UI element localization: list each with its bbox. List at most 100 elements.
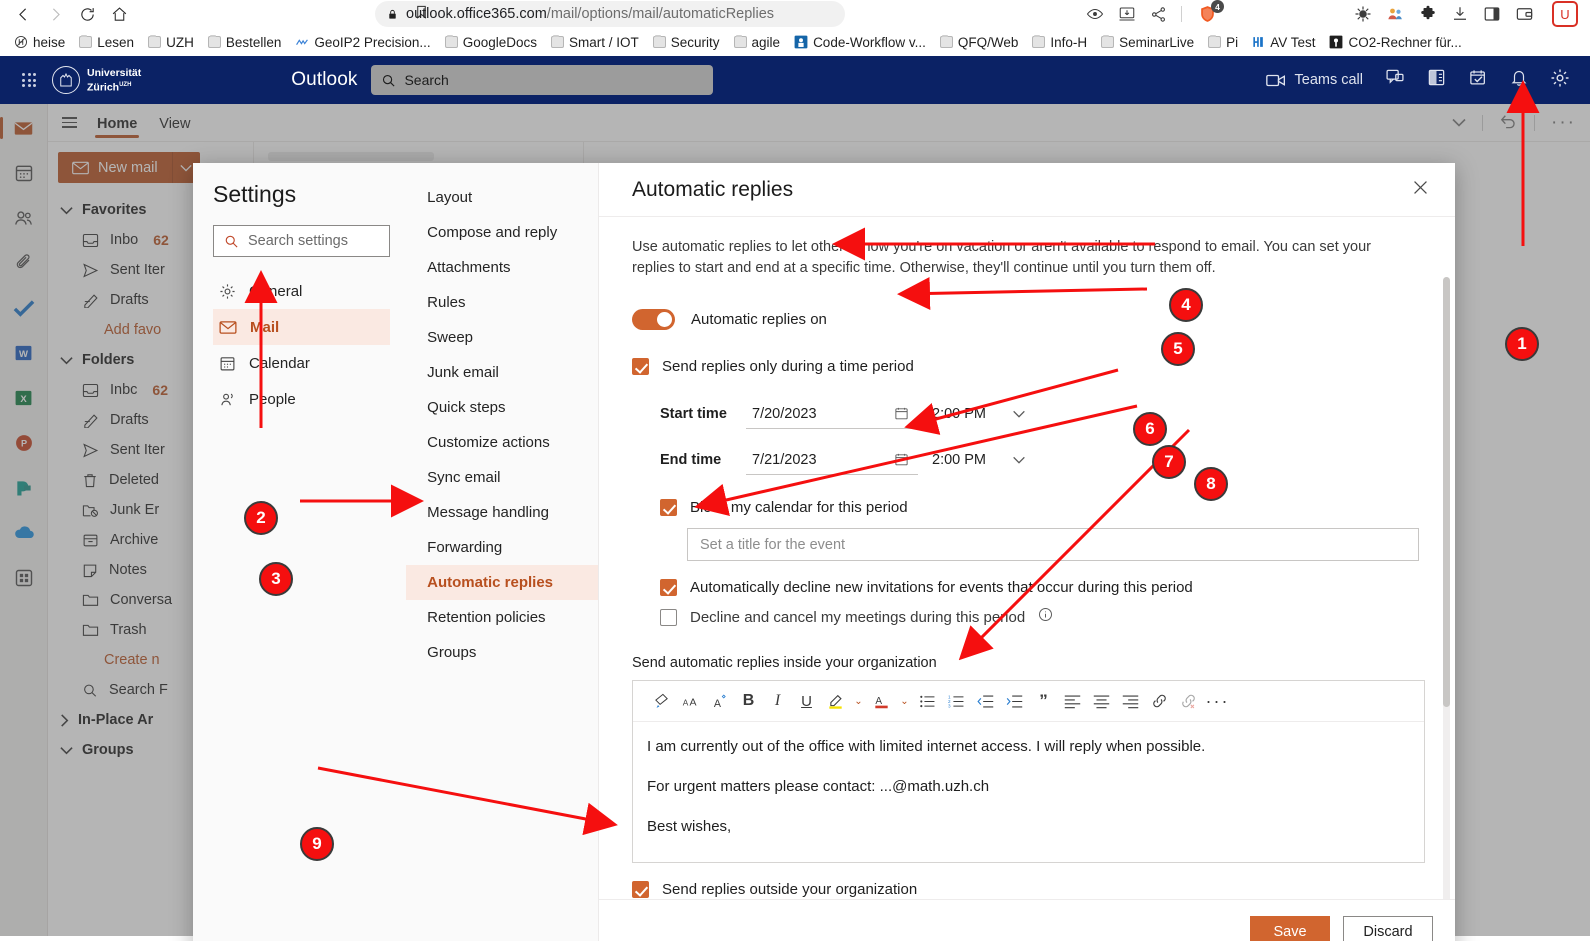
subnav-forwarding[interactable]: Forwarding bbox=[406, 530, 598, 565]
outlook-brand[interactable]: Outlook bbox=[291, 69, 357, 91]
subnav-groups[interactable]: Groups bbox=[406, 635, 598, 670]
bookmark-icon[interactable] bbox=[414, 4, 429, 25]
settings-category-general[interactable]: General bbox=[213, 273, 390, 309]
end-date-input[interactable]: 7/21/2023 bbox=[746, 445, 918, 475]
puzzle-extensions-icon[interactable] bbox=[1419, 5, 1437, 23]
subnav-customize-actions[interactable]: Customize actions bbox=[406, 425, 598, 460]
more-options-icon[interactable]: ··· bbox=[1205, 688, 1230, 715]
start-time-dropdown[interactable]: 2:00 PM bbox=[932, 406, 1026, 422]
subnav-automatic-replies[interactable]: Automatic replies bbox=[406, 565, 598, 600]
calendar-check-icon[interactable] bbox=[1468, 68, 1488, 92]
bookmark-item[interactable]: Code-Workflow v... bbox=[788, 32, 932, 53]
event-title-input[interactable]: Set a title for the event bbox=[687, 528, 1419, 561]
bug-extension-icon[interactable] bbox=[1354, 5, 1372, 23]
highlight-icon[interactable] bbox=[823, 688, 848, 715]
bookmark-item[interactable]: UZH bbox=[142, 32, 200, 53]
sidebar-toggle-icon[interactable] bbox=[1483, 5, 1501, 23]
bookmark-item[interactable]: heise bbox=[8, 32, 71, 53]
bookmark-item[interactable]: GoogleDocs bbox=[439, 32, 543, 53]
subnav-compose-and-reply[interactable]: Compose and reply bbox=[406, 215, 598, 250]
bookmark-item[interactable]: Pi bbox=[1202, 32, 1244, 53]
people-extension-icon[interactable] bbox=[1386, 5, 1405, 23]
subnav-rules[interactable]: Rules bbox=[406, 285, 598, 320]
bold-icon[interactable]: B bbox=[736, 688, 761, 715]
avtest-icon bbox=[1253, 37, 1264, 47]
settings-category-people[interactable]: People bbox=[213, 381, 390, 417]
teams-call-button[interactable]: Teams call bbox=[1265, 72, 1363, 88]
bookmark-item[interactable]: Lesen bbox=[73, 32, 140, 53]
settings-search-input[interactable]: Search settings bbox=[213, 225, 391, 257]
underline-icon[interactable]: U bbox=[794, 688, 819, 715]
subnav-junk-email[interactable]: Junk email bbox=[406, 355, 598, 390]
time-period-checkbox[interactable] bbox=[632, 358, 649, 375]
subnav-quick-steps[interactable]: Quick steps bbox=[406, 390, 598, 425]
subnav-sync-email[interactable]: Sync email bbox=[406, 460, 598, 495]
subnav-sweep[interactable]: Sweep bbox=[406, 320, 598, 355]
align-center-icon[interactable] bbox=[1089, 688, 1114, 715]
automatic-replies-toggle[interactable] bbox=[632, 309, 675, 330]
insert-link-icon[interactable] bbox=[1147, 688, 1172, 715]
italic-icon[interactable]: I bbox=[765, 688, 790, 715]
clear-formatting-icon[interactable]: A bbox=[707, 688, 732, 715]
settings-category-mail[interactable]: Mail bbox=[213, 309, 391, 345]
quote-icon[interactable]: ” bbox=[1031, 688, 1056, 715]
bookmark-item[interactable]: GeoIP2 Precision... bbox=[289, 32, 436, 53]
outside-org-checkbox[interactable] bbox=[632, 881, 649, 898]
subnav-retention-policies[interactable]: Retention policies bbox=[406, 600, 598, 635]
font-color-chevron-down-icon[interactable]: ⌄ bbox=[898, 696, 911, 707]
font-color-icon[interactable]: A bbox=[869, 688, 894, 715]
gear-icon[interactable] bbox=[1550, 68, 1570, 93]
discard-button[interactable]: Discard bbox=[1343, 916, 1433, 941]
increase-indent-icon[interactable] bbox=[1002, 688, 1027, 715]
remove-link-icon[interactable] bbox=[1176, 688, 1201, 715]
decline-cancel-checkbox[interactable] bbox=[660, 608, 677, 626]
bookmark-item[interactable]: Info-H bbox=[1026, 32, 1093, 53]
bookmark-item[interactable]: Smart / IOT bbox=[545, 32, 645, 53]
eye-icon[interactable] bbox=[1086, 5, 1104, 23]
search-input[interactable]: Search bbox=[371, 65, 714, 95]
back-icon[interactable] bbox=[8, 1, 38, 27]
subnav-attachments[interactable]: Attachments bbox=[406, 250, 598, 285]
home-icon[interactable] bbox=[104, 1, 134, 27]
align-left-icon[interactable] bbox=[1060, 688, 1085, 715]
bookmark-item[interactable]: Security bbox=[647, 32, 726, 53]
settings-category-calendar[interactable]: Calendar bbox=[213, 345, 390, 381]
start-date-input[interactable]: 7/20/2023 bbox=[746, 399, 918, 429]
reload-icon[interactable] bbox=[72, 1, 102, 27]
detail-scrollbar[interactable] bbox=[1443, 277, 1450, 899]
reply-body-editor[interactable]: I am currently out of the office with li… bbox=[633, 722, 1424, 862]
bulleted-list-icon[interactable] bbox=[915, 688, 940, 715]
auto-decline-checkbox[interactable] bbox=[660, 579, 677, 596]
share-icon[interactable] bbox=[1150, 6, 1167, 23]
subnav-message-handling[interactable]: Message handling bbox=[406, 495, 598, 530]
bookmark-item[interactable]: QFQ/Web bbox=[934, 32, 1025, 53]
align-right-icon[interactable] bbox=[1118, 688, 1143, 715]
close-icon[interactable] bbox=[1412, 179, 1429, 201]
address-bar[interactable]: outlook.office365.com/mail/options/mail/… bbox=[375, 1, 845, 27]
forward-icon[interactable] bbox=[40, 1, 70, 27]
decrease-indent-icon[interactable] bbox=[973, 688, 998, 715]
info-icon[interactable] bbox=[1038, 607, 1053, 627]
subnav-layout[interactable]: Layout bbox=[406, 180, 598, 215]
numbered-list-icon[interactable]: 123 bbox=[944, 688, 969, 715]
chat-icon[interactable] bbox=[1385, 68, 1405, 92]
font-size-icon[interactable]: AA bbox=[678, 688, 703, 715]
brave-shields-icon[interactable]: 4 bbox=[1196, 0, 1224, 25]
waffle-icon[interactable] bbox=[10, 73, 48, 87]
bookmark-item[interactable]: CO2-Rechner für... bbox=[1323, 32, 1467, 53]
bookmark-item[interactable]: AV Test bbox=[1246, 32, 1321, 53]
highlight-chevron-down-icon[interactable]: ⌄ bbox=[852, 696, 865, 707]
downloads-icon[interactable] bbox=[1451, 5, 1469, 23]
profile-avatar[interactable]: U bbox=[1552, 1, 1578, 27]
bell-icon[interactable] bbox=[1510, 68, 1528, 92]
bookmark-item[interactable]: agile bbox=[728, 32, 787, 53]
bookmark-item[interactable]: SeminarLive bbox=[1095, 32, 1200, 53]
office-apps-icon[interactable] bbox=[1427, 68, 1446, 92]
format-painter-icon[interactable] bbox=[649, 688, 674, 715]
end-time-dropdown[interactable]: 2:00 PM bbox=[932, 452, 1026, 468]
wallet-icon[interactable] bbox=[1515, 5, 1534, 23]
install-app-icon[interactable] bbox=[1118, 5, 1136, 23]
save-button[interactable]: Save bbox=[1250, 916, 1330, 941]
bookmark-item[interactable]: Bestellen bbox=[202, 32, 288, 53]
block-calendar-checkbox[interactable] bbox=[660, 499, 677, 516]
